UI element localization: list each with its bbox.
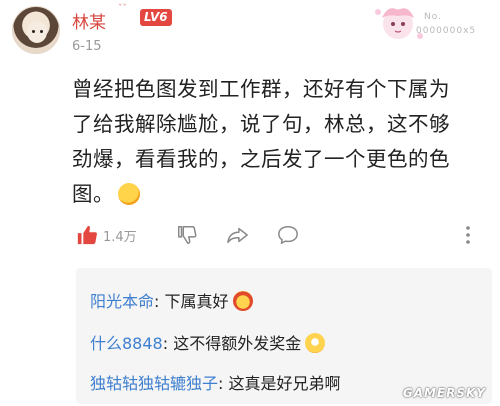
username[interactable]: 林某: [72, 8, 106, 33]
decoration-label: No.: [424, 12, 442, 22]
emoji-icon: [118, 183, 140, 205]
avatar-eye-left: [32, 30, 35, 33]
reply-item[interactable]: 什么8848: 这不得额外发奖金: [90, 330, 326, 354]
action-bar: 1.4万: [0, 220, 500, 252]
decoration-number: 0000000x5: [416, 26, 477, 36]
reply-list: 阳光本命: 下属真好 什么8848: 这不得额外发奖金 独轱轱独轱辘独子: 这真…: [76, 268, 492, 404]
thumbs-up-icon: [76, 224, 98, 246]
content-line-last: 图。: [72, 177, 482, 212]
avatar-face: [27, 21, 47, 43]
reply-item[interactable]: 独轱轱独轱辘独子: 这真是好兄弟啊: [90, 370, 341, 394]
watermark: GAMERSKY: [402, 386, 486, 400]
avatar-decoration-icon: [375, 8, 423, 39]
reply-text: 这真是好兄弟啊: [228, 374, 341, 393]
content-line-text: 图。: [72, 182, 114, 206]
reply-text: 这不得额外发奖金: [173, 334, 302, 353]
reply-separator: :: [218, 374, 229, 393]
angry-emoji-icon: [232, 291, 253, 311]
content-line: 劲爆，看看我的，之后发了一个更色的色: [72, 147, 450, 171]
thumbs-down-icon[interactable]: [176, 220, 198, 250]
reply-author[interactable]: 独轱轱独轱辘独子: [90, 374, 218, 393]
like-count: 1.4万: [103, 229, 137, 245]
share-icon[interactable]: [226, 220, 250, 250]
reply-item[interactable]: 阳光本命: 下属真好: [90, 288, 253, 312]
reply-author[interactable]: 什么8848: [90, 334, 163, 353]
post-content: 曾经把色图发到工作群，还好有个下属为 了给我解除尴尬，说了句，林总，这不够 劲爆…: [72, 72, 482, 212]
content-line: 曾经把色图发到工作群，还好有个下属为: [72, 77, 450, 101]
username-sparkle: ˇˇ: [118, 4, 127, 14]
avatar-eye-right: [40, 30, 43, 33]
like-button[interactable]: 1.4万: [76, 220, 137, 250]
reply-author[interactable]: 阳光本命: [90, 292, 154, 311]
post-date: 6-15: [72, 39, 102, 54]
level-badge: LV6: [140, 9, 172, 26]
grin-emoji-icon: [305, 333, 326, 353]
comment-icon[interactable]: [276, 220, 300, 250]
content-line: 了给我解除尴尬，说了句，林总，这不够: [72, 112, 450, 136]
more-vertical-icon[interactable]: [464, 220, 472, 250]
avatar[interactable]: [12, 6, 60, 54]
reply-separator: :: [154, 292, 165, 311]
reply-text: 下属真好: [164, 292, 229, 311]
reply-separator: :: [162, 334, 174, 353]
